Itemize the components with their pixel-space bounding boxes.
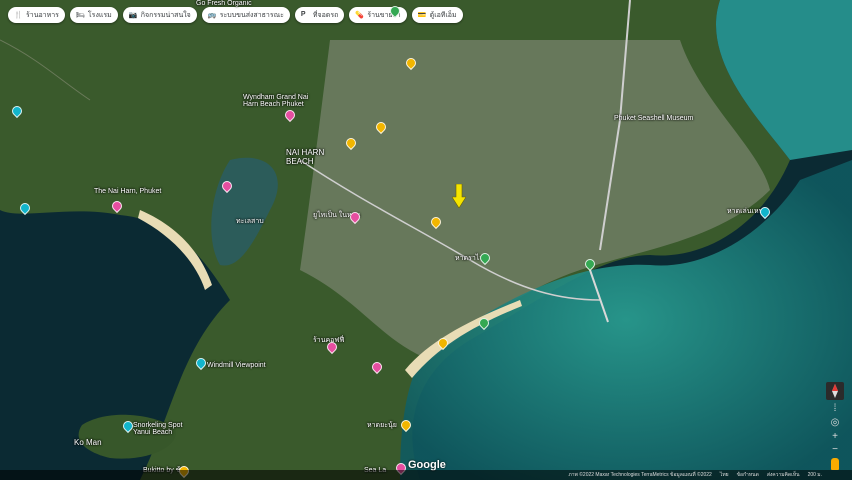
privacy-link[interactable]: ข้อกำหนด: [737, 471, 759, 479]
chip-transit[interactable]: 🚌 ระบบขนส่งสาธารณะ: [201, 7, 290, 23]
area-label: NAI HARN BEACH: [286, 148, 325, 166]
attribution-bar: ภาพ ©2022 Maxar Technologies TerraMetric…: [0, 470, 852, 480]
camera-icon: 📷: [128, 12, 138, 19]
place-label: หาดยะนุ้ย: [367, 422, 397, 429]
hotel-icon: 🛏: [75, 12, 85, 19]
chip-label: ระบบขนส่งสาธารณะ: [219, 11, 284, 19]
pharmacy-icon: 💊: [355, 12, 365, 19]
chip-label: ตู้เอทีเอ็ม: [429, 11, 457, 19]
chip-atm[interactable]: 💳 ตู้เอทีเอ็ม: [411, 7, 463, 23]
chip-attractions[interactable]: 📷 กิจกรรมน่าสนใจ: [122, 7, 197, 23]
chip-label: กิจกรรมน่าสนใจ: [140, 11, 191, 19]
place-label[interactable]: Wyndham Grand Nai Harn Beach Phuket: [243, 94, 313, 108]
place-label[interactable]: Snorkeling Spot Yanui Beach: [133, 422, 193, 436]
parking-icon: P: [300, 11, 306, 18]
chip-restaurants[interactable]: 🍴 ร้านอาหาร: [8, 7, 65, 23]
chip-parking[interactable]: P ที่จอดรถ: [294, 7, 345, 23]
zoom-out-button[interactable]: −: [828, 443, 842, 457]
chip-hotels[interactable]: 🛏 โรงแรม: [69, 7, 118, 23]
chip-label: โรงแรม: [87, 11, 112, 19]
place-label: ทะเลสาบ: [236, 218, 264, 225]
zoom-in-button[interactable]: +: [828, 430, 842, 444]
transit-icon: 🚌: [207, 12, 217, 19]
scale-bar[interactable]: 200 ม.: [808, 471, 822, 479]
satellite-map[interactable]: [0, 0, 852, 480]
terms-link[interactable]: ไทย: [720, 471, 729, 479]
location-arrow-marker: [452, 184, 466, 208]
atm-icon: 💳: [417, 12, 427, 19]
place-label[interactable]: The Nai Harn, Phuket: [94, 188, 161, 195]
compass-icon[interactable]: [826, 382, 844, 400]
place-label[interactable]: Windmill Viewpoint: [207, 362, 266, 369]
place-label[interactable]: Go Fresh Organic: [196, 0, 252, 7]
chip-label: ที่จอดรถ: [312, 11, 339, 19]
feedback-link[interactable]: ส่งความคิดเห็น: [767, 471, 800, 479]
tilt-icon[interactable]: ⁞: [828, 402, 842, 416]
island-label: Ko Man: [74, 438, 102, 447]
place-label[interactable]: Phuket Seashell Museum: [614, 115, 693, 122]
pegman-icon[interactable]: [831, 458, 839, 470]
my-location-icon[interactable]: ◎: [828, 416, 842, 430]
chip-label: ร้านอาหาร: [26, 11, 59, 19]
imagery-credit: ภาพ ©2022 Maxar Technologies TerraMetric…: [568, 472, 712, 478]
restaurant-icon: 🍴: [14, 12, 23, 19]
